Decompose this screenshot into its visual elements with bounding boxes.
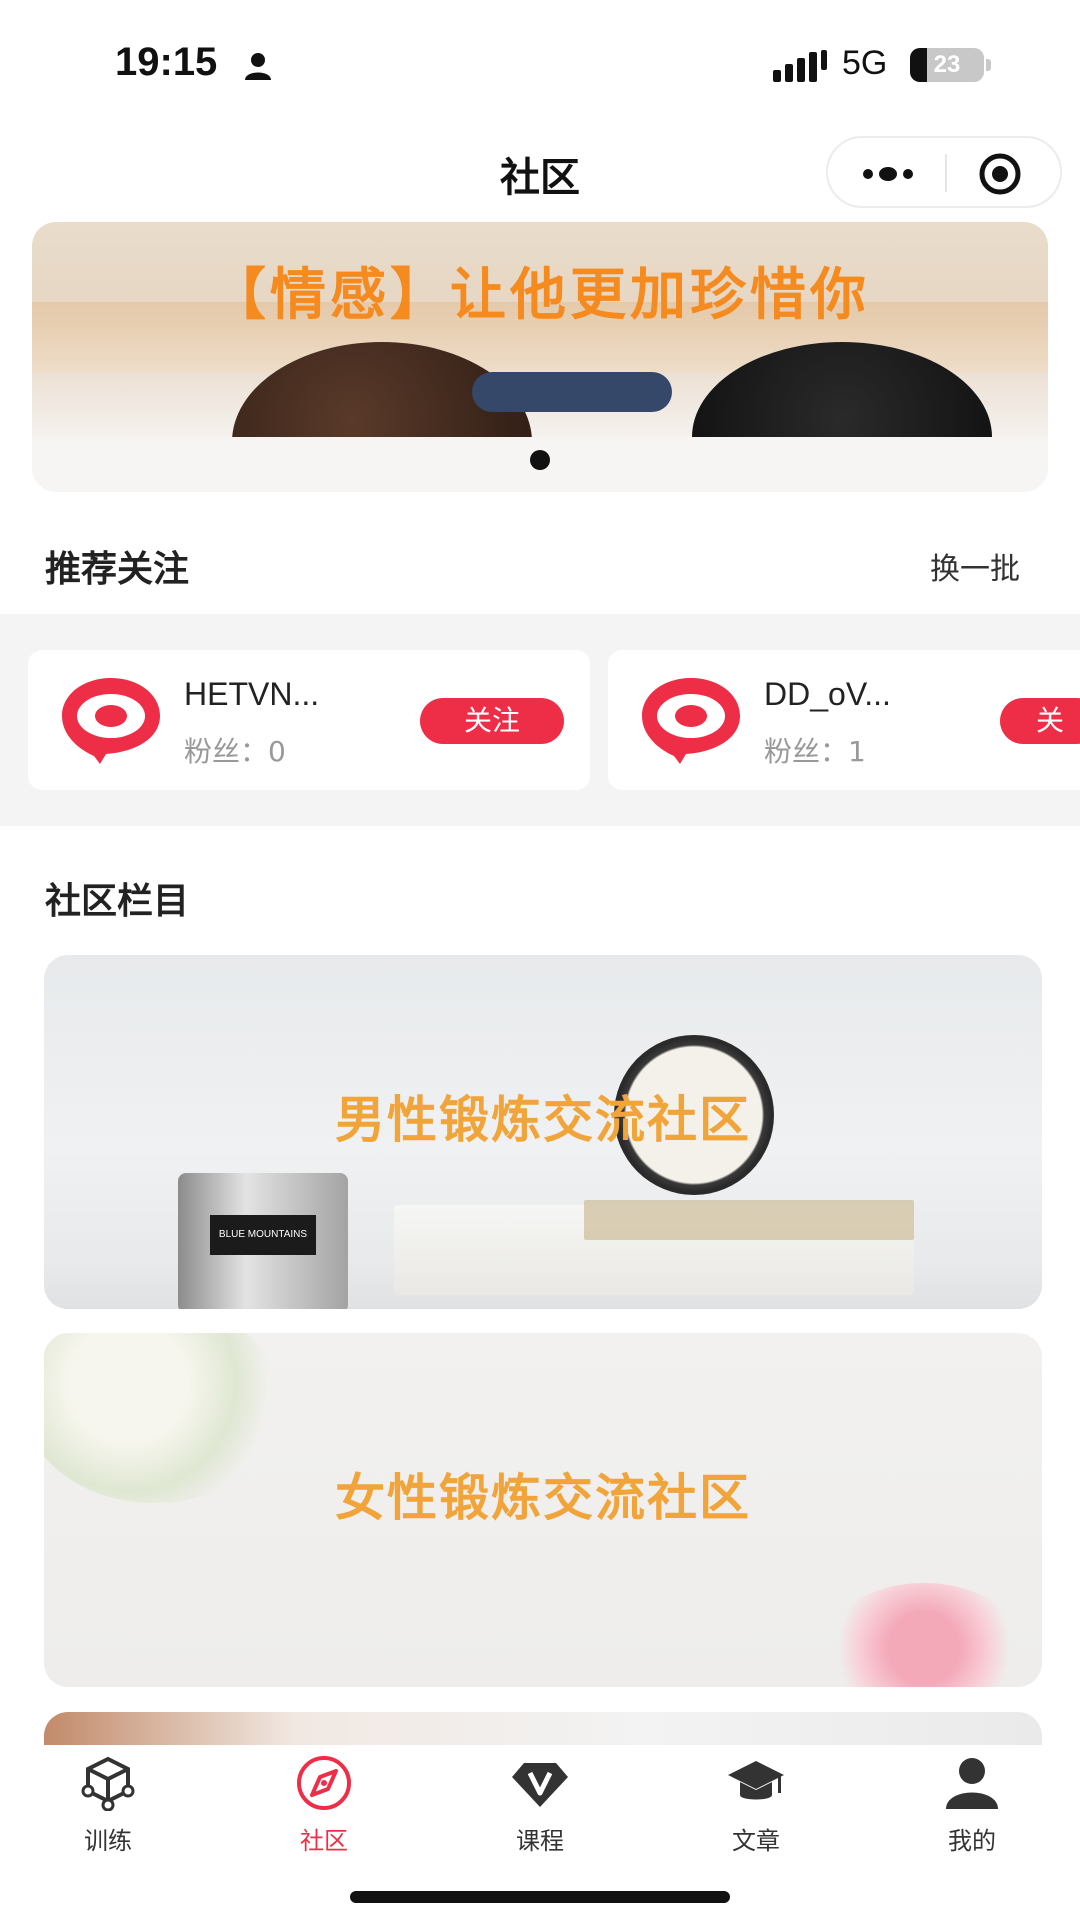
- status-bar: 19:15 5G 23: [0, 0, 1080, 110]
- graduation-cap-icon: [728, 1761, 784, 1800]
- mini-program-capsule: [826, 136, 1062, 208]
- column-card-male[interactable]: BLUE MOUNTAINS 男性锻炼交流社区: [44, 955, 1042, 1309]
- can-label: BLUE MOUNTAINS: [210, 1215, 316, 1255]
- more-dots-icon[interactable]: [858, 156, 918, 192]
- column-card-female[interactable]: 女性锻炼交流社区: [44, 1333, 1042, 1687]
- tab-courses[interactable]: 课程: [460, 1755, 620, 1865]
- capsule-divider: [945, 154, 947, 192]
- refresh-button[interactable]: 换一批: [930, 544, 1020, 588]
- fans-value: 0: [268, 735, 286, 768]
- tab-training[interactable]: 训练: [28, 1755, 188, 1865]
- follow-button[interactable]: 关: [1000, 698, 1080, 744]
- status-time: 19:15: [115, 40, 218, 84]
- person-icon: [946, 1758, 998, 1809]
- tab-community[interactable]: 社区: [244, 1755, 404, 1865]
- cube-network-icon: [81, 1756, 135, 1811]
- close-target-icon[interactable]: [976, 152, 1024, 196]
- tab-label: 训练: [84, 1827, 132, 1855]
- battery-tip: [986, 59, 991, 71]
- signal-icon: [773, 50, 827, 82]
- user-card[interactable]: HETVN... 粉丝：0 关注: [28, 650, 590, 790]
- carousel-indicator-dot[interactable]: [530, 450, 550, 470]
- pink-peony: [824, 1583, 1024, 1687]
- tab-label: 我的: [948, 1827, 996, 1855]
- fans-value: 1: [848, 735, 866, 768]
- v-diamond-icon: [512, 1763, 568, 1807]
- user-card[interactable]: DD_oV... 粉丝：1 关: [608, 650, 1080, 790]
- user-name: DD_oV...: [764, 676, 891, 712]
- location-pin-avatar-icon: [62, 678, 160, 764]
- banner-caption: 【情感】让他更加珍惜你: [210, 263, 870, 328]
- follow-button[interactable]: 关注: [420, 698, 564, 744]
- tab-label: 文章: [732, 1827, 780, 1855]
- fans-label: 粉丝：: [764, 735, 849, 768]
- fans-count: 粉丝：1: [764, 730, 866, 770]
- fans-count: 粉丝：0: [184, 730, 286, 770]
- tab-label: 社区: [300, 1827, 348, 1855]
- user-name: HETVN...: [184, 676, 320, 712]
- book-cover: [584, 1200, 914, 1240]
- recommend-user-list[interactable]: HETVN... 粉丝：0 关注 DD_oV... 粉丝：1 关: [0, 614, 1080, 826]
- home-indicator[interactable]: [350, 1891, 730, 1903]
- columns-title: 社区栏目: [45, 881, 190, 922]
- tab-mine[interactable]: 我的: [892, 1755, 1052, 1865]
- banner-hands: [472, 372, 672, 412]
- recommend-title: 推荐关注: [45, 549, 190, 590]
- location-pin-avatar-icon: [642, 678, 740, 764]
- network-type: 5G: [842, 44, 888, 82]
- plant-can: BLUE MOUNTAINS: [178, 1173, 348, 1309]
- column-label: 男性锻炼交流社区: [335, 1090, 751, 1149]
- fans-label: 粉丝：: [184, 735, 269, 768]
- compass-icon: [297, 1756, 351, 1810]
- column-label: 女性锻炼交流社区: [335, 1468, 751, 1527]
- tab-articles[interactable]: 文章: [676, 1755, 836, 1865]
- battery-level: 23: [933, 51, 961, 78]
- user-icon: [245, 53, 271, 80]
- battery-icon: 23: [910, 48, 984, 82]
- tab-label: 课程: [516, 1827, 564, 1855]
